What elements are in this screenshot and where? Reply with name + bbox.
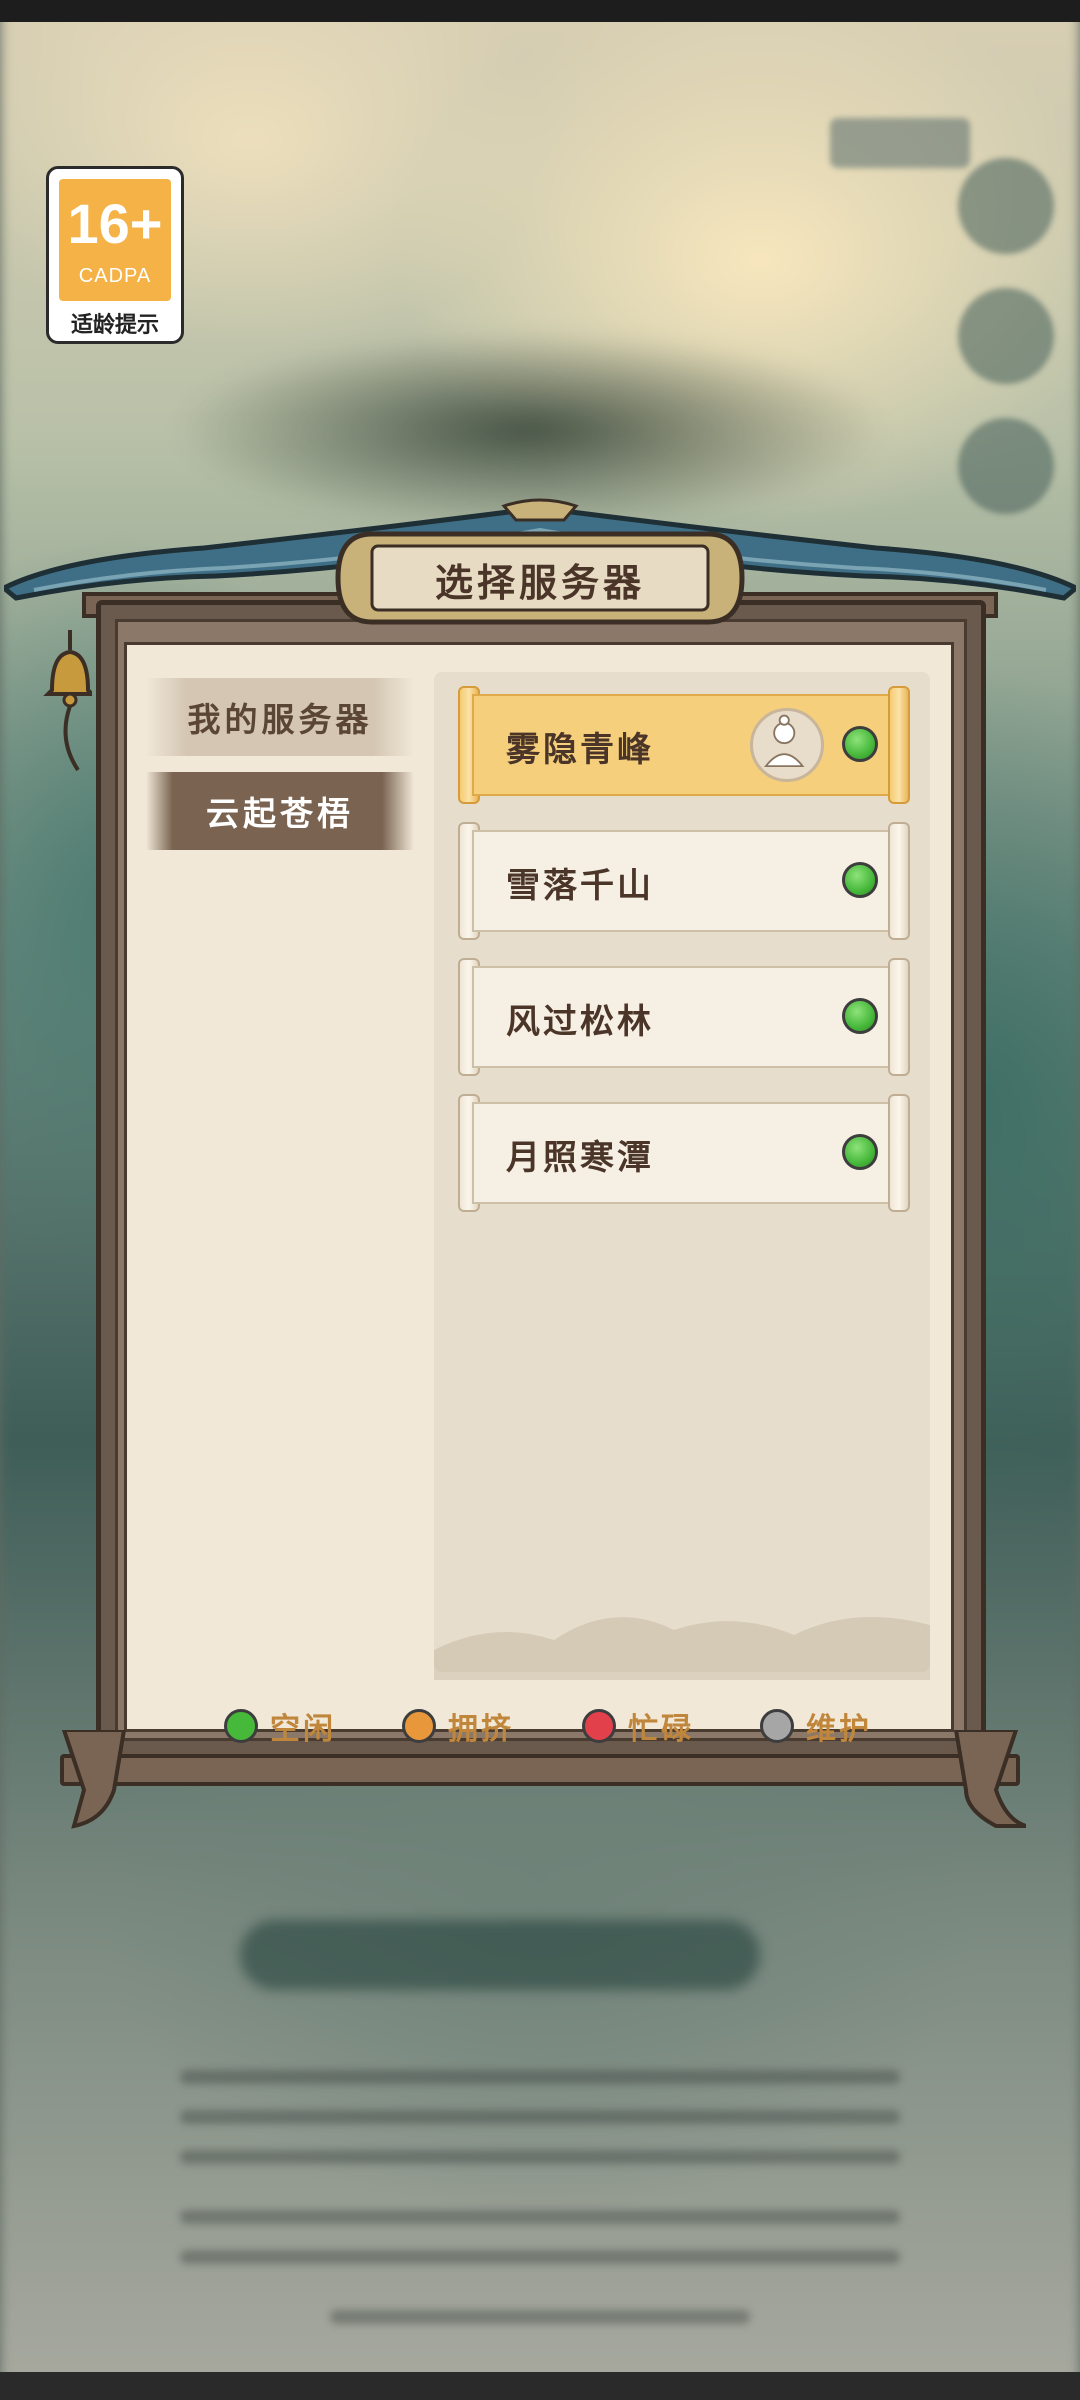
- character-avatar-icon: [750, 708, 824, 782]
- age-rating-badge: 16+ CADPA 适龄提示: [46, 166, 184, 344]
- legend-maintenance: 维护: [760, 1706, 872, 1747]
- legend-label: 拥挤: [448, 1712, 514, 1747]
- bell-icon: [43, 630, 92, 772]
- legend-crowded: 拥挤: [402, 1706, 514, 1747]
- blurred-notice-text: [180, 2110, 900, 2124]
- status-idle-icon: [842, 862, 878, 898]
- blurred-start-game-bar: [240, 1920, 760, 1990]
- tab-server-group[interactable]: 云起苍梧: [146, 772, 414, 850]
- age-rating-hint: 适龄提示: [70, 313, 159, 338]
- server-item[interactable]: 雾隐青峰: [458, 686, 910, 804]
- frame-foot-right: [953, 1730, 1026, 1828]
- legend-idle-icon: [224, 1709, 258, 1743]
- blurred-notice-text: [180, 2250, 900, 2264]
- dialog-title: 选择服务器: [434, 561, 645, 605]
- legend-crowded-icon: [402, 1709, 436, 1743]
- server-select-dialog: 选择服务器 我的服务器 云起苍梧 雾隐青峰 雪落千山 风过松林 月照寒潭: [0, 480, 1080, 1840]
- blurred-side-avatar-1: [958, 158, 1054, 254]
- legend-label: 忙碌: [628, 1712, 694, 1747]
- server-name: 风过松林: [506, 1002, 654, 1042]
- blurred-announcement-button: [830, 118, 970, 168]
- server-item[interactable]: 风过松林: [458, 958, 910, 1076]
- server-item[interactable]: 月照寒潭: [458, 1094, 910, 1212]
- scroll-roller-right: [888, 1094, 910, 1212]
- status-idle-icon: [842, 726, 878, 762]
- scroll-roller-right: [888, 686, 910, 804]
- mountain-decoration: [434, 1617, 930, 1680]
- server-item[interactable]: 雪落千山: [458, 822, 910, 940]
- blurred-side-avatar-2: [958, 288, 1054, 384]
- legend-busy: 忙碌: [582, 1706, 694, 1747]
- server-name: 月照寒潭: [506, 1138, 654, 1178]
- legend-idle: 空闲: [224, 1706, 336, 1747]
- age-rating-org: CADPA: [78, 265, 152, 287]
- blurred-notice-text: [180, 2150, 900, 2164]
- status-idle-icon: [842, 1134, 878, 1170]
- navigation-bar: [0, 2372, 1080, 2400]
- blurred-notice-text: [330, 2310, 750, 2324]
- legend-label: 空闲: [270, 1712, 336, 1747]
- dialog-bottom-beam: [60, 1754, 1020, 1786]
- legend-busy-icon: [582, 1709, 616, 1743]
- blurred-notice-text: [180, 2070, 900, 2084]
- tab-my-servers[interactable]: 我的服务器: [146, 678, 414, 756]
- scroll-roller-right: [888, 958, 910, 1076]
- status-bar: [0, 0, 1080, 22]
- frame-foot-left: [61, 1730, 127, 1829]
- status-idle-icon: [842, 998, 878, 1034]
- legend-maintenance-icon: [760, 1709, 794, 1743]
- legend-label: 维护: [806, 1712, 872, 1747]
- scroll-roller-right: [888, 822, 910, 940]
- age-rating-box: 16+ CADPA: [59, 179, 171, 301]
- server-name: 雾隐青峰: [506, 730, 654, 770]
- blurred-notice-text: [180, 2210, 900, 2224]
- server-name: 雪落千山: [506, 866, 654, 906]
- age-rating-number: 16+: [67, 192, 163, 255]
